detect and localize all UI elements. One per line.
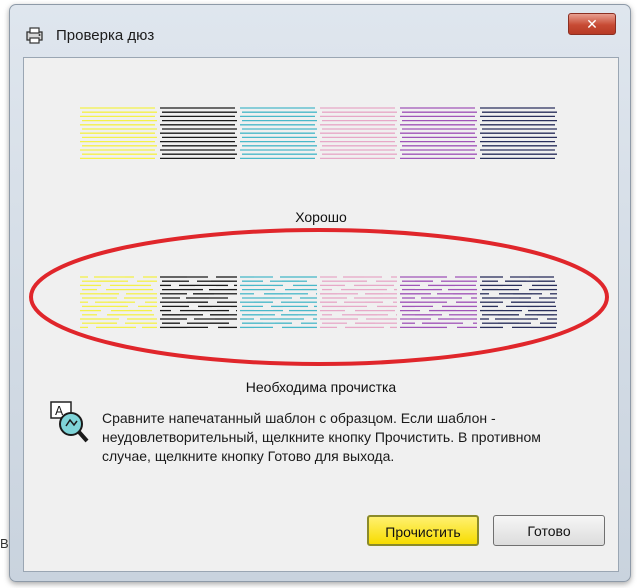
titlebar: Проверка дюз ✕ xyxy=(10,5,630,51)
nozzle-pattern-swatch xyxy=(480,107,557,160)
nozzle-check-info-icon: A xyxy=(50,401,89,443)
background-text-fragment: В xyxy=(0,536,9,551)
good-pattern-sample xyxy=(79,105,559,163)
dialog-content: Хорошо Необходима прочистка A Сравните н… xyxy=(23,57,619,572)
close-button[interactable]: ✕ xyxy=(568,13,616,35)
nozzle-pattern-swatch xyxy=(160,107,237,160)
bad-pattern-sample xyxy=(79,274,559,332)
nozzle-pattern-swatch xyxy=(400,107,477,160)
bad-caption: Необходима прочистка xyxy=(245,379,397,395)
instruction-text: Сравните напечатанный шаблон с образцом.… xyxy=(102,410,541,464)
nozzle-pattern-swatch xyxy=(80,276,157,329)
nozzle-pattern-swatch xyxy=(240,276,317,329)
good-caption: Хорошо xyxy=(295,209,347,225)
nozzle-pattern-swatch xyxy=(80,107,157,160)
nozzle-pattern-swatch xyxy=(320,107,397,160)
printer-icon xyxy=(26,27,43,44)
nozzle-check-window: Проверка дюз ✕ Хорошо Необходима прочист… xyxy=(9,4,631,582)
nozzle-pattern-swatch xyxy=(240,107,317,160)
nozzle-pattern-swatch xyxy=(400,276,477,329)
nozzle-pattern-swatch xyxy=(320,276,397,329)
nozzle-pattern-swatch xyxy=(160,276,237,329)
clean-button[interactable]: Прочистить xyxy=(367,515,479,546)
nozzle-pattern-swatch xyxy=(480,276,557,329)
window-title: Проверка дюз xyxy=(56,27,155,44)
done-button[interactable]: Готово xyxy=(493,515,605,546)
